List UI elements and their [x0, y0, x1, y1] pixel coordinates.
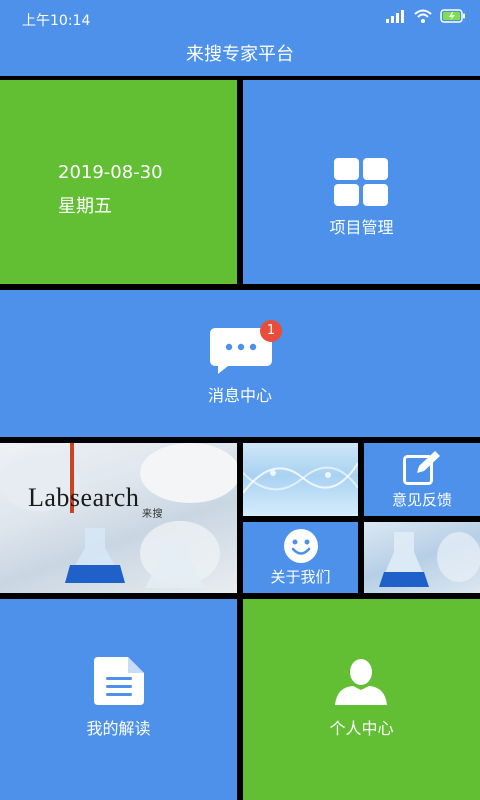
lab-scene-image [0, 443, 237, 588]
message-badge: 1 [260, 320, 282, 342]
project-management-tile[interactable]: 项目管理 [243, 80, 480, 284]
status-bar: 上午10:14 [0, 0, 480, 36]
flask-scene-image [379, 532, 480, 587]
page-title: 来搜专家平台 [186, 44, 294, 65]
feedback-label: 意见反馈 [391, 491, 452, 509]
dna-helix-image [243, 462, 358, 494]
flask-image[interactable] [364, 522, 480, 593]
edit-icon [403, 451, 440, 485]
status-time: 上午10:14 [22, 13, 91, 29]
banner-image[interactable]: Labsearch 来搜 [0, 443, 237, 593]
feedback-tile[interactable]: 意见反馈 [364, 443, 480, 516]
person-icon [335, 659, 387, 705]
logo-subtext: 来搜 [142, 509, 163, 520]
app-bar: 来搜专家平台 [0, 36, 480, 76]
document-icon [94, 657, 144, 705]
message-badge-count: 1 [266, 323, 276, 338]
message-center-label: 消息中心 [207, 386, 272, 405]
smiley-icon [284, 529, 318, 563]
message-center-tile[interactable]: 1 消息中心 [0, 290, 480, 437]
date-text: 2019-08-30 [58, 162, 163, 183]
weekday-text: 星期五 [58, 196, 112, 217]
labsearch-logo: Labsearch 来搜 [28, 483, 208, 520]
logo-text: Labsearch [28, 483, 140, 512]
project-management-label: 项目管理 [329, 218, 394, 237]
personal-center-label: 个人中心 [329, 719, 394, 738]
my-reading-label: 我的解读 [86, 719, 151, 738]
grid-icon [334, 158, 388, 206]
battery-icon [440, 9, 465, 23]
personal-center-tile[interactable]: 个人中心 [243, 599, 480, 800]
wifi-icon [414, 9, 432, 23]
about-us-label: 关于我们 [270, 568, 331, 586]
my-reading-tile[interactable]: 我的解读 [0, 599, 237, 800]
date-tile: 2019-08-30 星期五 [0, 80, 237, 284]
signal-icon [386, 10, 404, 23]
status-icons [386, 9, 466, 23]
about-us-tile[interactable]: 关于我们 [243, 522, 358, 593]
dna-image[interactable] [243, 443, 358, 516]
